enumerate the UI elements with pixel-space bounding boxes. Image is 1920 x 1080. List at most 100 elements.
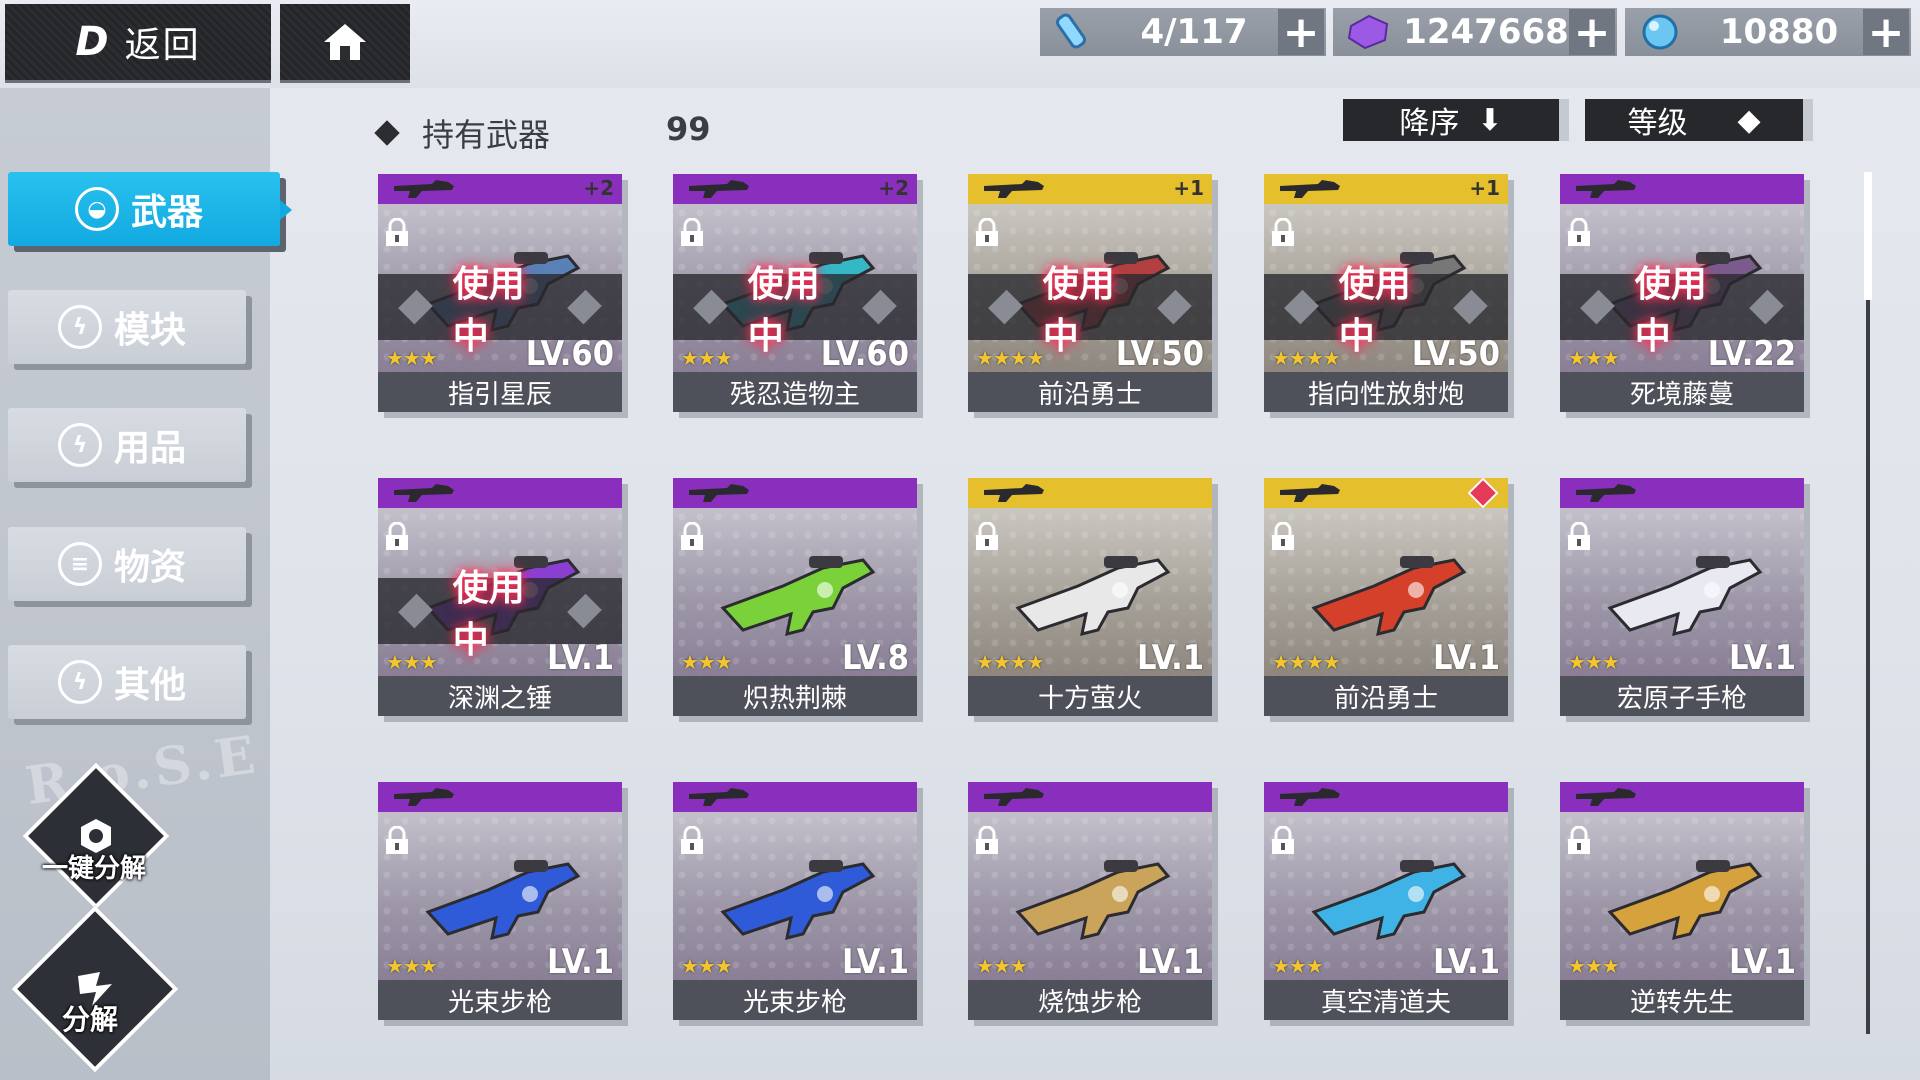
star-rating: ★★★ (681, 650, 733, 674)
star-rating: ★★★★ (976, 650, 1045, 674)
weapon-level: LV.1 (1728, 638, 1796, 678)
gem-left-icon (1580, 289, 1615, 325)
lock-icon[interactable] (679, 826, 705, 856)
rarity-bar (378, 782, 622, 812)
lock-icon[interactable] (1270, 522, 1296, 552)
sidebar-item-modules[interactable]: ϟ 模块 (8, 290, 246, 364)
weapon-card[interactable]: 使用中 ★★★ LV.22 死境藤蔓 (1560, 174, 1804, 412)
enhance-badge: +2 (583, 176, 614, 200)
weapon-level: LV.1 (1432, 942, 1500, 982)
lock-icon[interactable] (384, 522, 410, 552)
owned-weapons-count: 99 (666, 110, 711, 148)
weapon-name: 烧蚀步枪 (968, 980, 1212, 1020)
lock-icon[interactable] (974, 522, 1000, 552)
weapon-card[interactable]: +2 使用中 ★★★ LV.60 残忍造物主 (673, 174, 917, 412)
sidebar-item-label: 模块 (113, 310, 186, 351)
rarity-bar (1560, 174, 1804, 204)
lock-icon[interactable] (1566, 218, 1592, 248)
sort-order-button[interactable]: 降序 ⬇ (1343, 99, 1569, 141)
rarity-bar: +1 (1264, 174, 1508, 204)
weapon-type-icon (1280, 180, 1340, 198)
add-energy-button[interactable]: + (1278, 7, 1324, 58)
back-label: 返回 (124, 25, 201, 66)
rarity-bar: +1 (968, 174, 1212, 204)
weapon-name: 指向性放射炮 (1264, 372, 1508, 412)
weapon-card[interactable]: ★★★ LV.1 光束步枪 (378, 782, 622, 1020)
lock-icon[interactable] (384, 218, 410, 248)
rarity-bar (968, 782, 1212, 812)
rarity-bar (1264, 478, 1508, 509)
weapon-card[interactable]: ★★★★ LV.1 前沿勇士 (1264, 478, 1508, 716)
weapon-type-icon (1280, 788, 1340, 806)
weapon-type-icon (1576, 180, 1636, 198)
scrollbar-track[interactable] (1866, 172, 1870, 1034)
lock-icon[interactable] (1566, 826, 1592, 856)
weapon-card[interactable]: 使用中 ★★★ LV.1 深渊之锤 (378, 478, 622, 716)
gem-left-icon (988, 289, 1023, 325)
in-use-banner: 使用中 (673, 264, 917, 357)
lock-icon[interactable] (1270, 218, 1296, 248)
lock-icon[interactable] (1270, 826, 1296, 856)
weapon-type-icon (1576, 788, 1636, 806)
scrollbar-thumb[interactable] (1864, 172, 1872, 300)
gem-left-icon (1284, 289, 1319, 325)
weapon-type-icon (984, 180, 1044, 198)
sidebar-item-supplies[interactable]: ≡ 物资 (8, 527, 246, 601)
weapon-card[interactable]: ★★★ LV.8 炽热荆棘 (673, 478, 917, 716)
sidebar-item-other[interactable]: ϟ 其他 (8, 645, 246, 719)
lock-icon[interactable] (1566, 522, 1592, 552)
weapon-card[interactable]: ★★★ LV.1 逆转先生 (1560, 782, 1804, 1020)
star-rating: ★★★ (1568, 954, 1620, 978)
weapon-level: LV.8 (841, 638, 909, 678)
weapon-type-icon (984, 484, 1044, 502)
rarity-bar (1560, 782, 1804, 812)
enhance-badge: +1 (1173, 176, 1204, 200)
resource-orb: 10880 + (1625, 7, 1911, 58)
lock-icon[interactable] (679, 218, 705, 248)
sidebar-item-items[interactable]: ϟ 用品 (8, 408, 246, 482)
add-crystal-button[interactable]: + (1569, 7, 1615, 58)
star-rating: ★★★★ (1272, 346, 1341, 370)
weapon-type-icon (1280, 484, 1340, 502)
weapon-card[interactable]: +2 使用中 ★★★ LV.60 指引星辰 (378, 174, 622, 412)
gem-right-icon (1749, 289, 1784, 325)
lock-icon[interactable] (974, 218, 1000, 248)
energy-vial-icon (1040, 10, 1110, 54)
add-orb-button[interactable]: + (1863, 7, 1909, 58)
weapon-image-icon (1311, 860, 1467, 941)
weapon-card[interactable]: ★★★ LV.1 烧蚀步枪 (968, 782, 1212, 1020)
weapon-level: LV.50 (1411, 334, 1500, 374)
energy-value: 4/117 (1140, 12, 1248, 52)
gem-right-icon (1453, 289, 1488, 325)
purple-crystal-icon (1333, 14, 1403, 50)
star-rating: ★★★ (681, 346, 733, 370)
weapon-level: LV.1 (546, 638, 614, 678)
lock-icon[interactable] (679, 522, 705, 552)
star-rating: ★★★ (386, 954, 438, 978)
star-rating: ★★★ (1272, 954, 1324, 978)
back-button[interactable]: D 返回 (5, 4, 271, 80)
weapon-card[interactable]: ★★★★ LV.1 十方萤火 (968, 478, 1212, 716)
weapon-type-icon (689, 180, 749, 198)
home-button[interactable] (280, 4, 410, 80)
weapon-name: 光束步枪 (378, 980, 622, 1020)
sort-order-label: 降序 (1399, 106, 1460, 141)
weapon-card[interactable]: ★★★ LV.1 真空清道夫 (1264, 782, 1508, 1020)
rarity-bar (968, 478, 1212, 508)
sidebar-item-weapons[interactable]: ◒ 武器 (8, 172, 292, 246)
weapon-card[interactable]: +1 使用中 ★★★★ LV.50 前沿勇士 (968, 174, 1212, 412)
enhance-badge: +2 (878, 176, 909, 200)
gem-right-icon (567, 593, 602, 629)
sidebar-item-label: 武器 (130, 192, 203, 233)
diamond-bullet-icon (374, 120, 400, 146)
sort-by-level-button[interactable]: 等级 ◆ (1585, 99, 1813, 141)
lock-icon[interactable] (974, 826, 1000, 856)
rarity-bar (673, 782, 917, 812)
weapon-card[interactable]: +1 使用中 ★★★★ LV.50 指向性放射炮 (1264, 174, 1508, 412)
enhance-badge: +1 (1469, 176, 1500, 200)
gem-left-icon (398, 289, 433, 325)
lock-icon[interactable] (384, 826, 410, 856)
weapon-card[interactable]: ★★★ LV.1 宏原子手枪 (1560, 478, 1804, 716)
weapon-type-icon (984, 788, 1044, 806)
weapon-card[interactable]: ★★★ LV.1 光束步枪 (673, 782, 917, 1020)
